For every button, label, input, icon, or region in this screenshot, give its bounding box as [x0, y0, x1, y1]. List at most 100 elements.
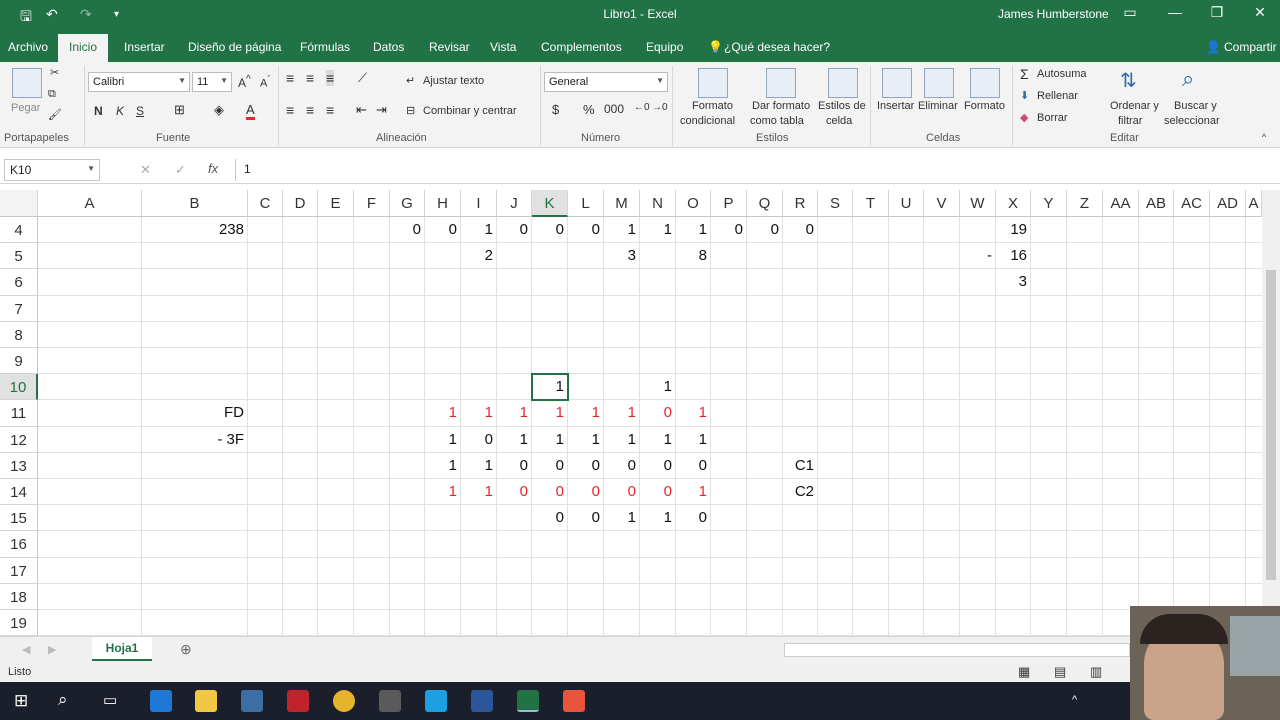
format-as-table-label-2[interactable]: como tabla	[750, 115, 804, 127]
column-header-j[interactable]: J	[497, 190, 532, 217]
cell-n4[interactable]: 1	[640, 221, 676, 238]
format-painter-icon[interactable]: 🖌	[48, 108, 62, 121]
windows-start-icon[interactable]: ⊞	[14, 691, 28, 711]
cell-n12[interactable]: 1	[640, 431, 676, 448]
minimize-icon[interactable]: —	[1160, 4, 1190, 20]
select-all-corner[interactable]	[0, 190, 38, 217]
insert-function-icon[interactable]: fx	[208, 161, 218, 176]
skype-icon[interactable]	[425, 690, 447, 712]
app-gray-icon[interactable]	[379, 690, 401, 712]
column-header-c[interactable]: C	[248, 190, 283, 217]
cell-i12[interactable]: 0	[461, 431, 497, 448]
delete-cells-button[interactable]: Eliminar	[918, 100, 958, 112]
comma-style-icon[interactable]: 000	[604, 102, 624, 116]
row-header-4[interactable]: 4	[0, 217, 38, 244]
cell-k12[interactable]: 1	[532, 431, 568, 448]
increase-decimal-icon[interactable]: ←0	[634, 102, 650, 113]
excel-icon[interactable]	[517, 690, 539, 712]
cell-m15[interactable]: 1	[604, 509, 640, 526]
chrome-icon[interactable]	[333, 690, 355, 712]
cell-l4[interactable]: 0	[568, 221, 604, 238]
column-header-ac[interactable]: AC	[1174, 190, 1210, 217]
tell-me-search[interactable]: ¿Qué desea hacer?	[724, 40, 830, 54]
cell-i14[interactable]: 1	[461, 483, 497, 500]
task-view-icon[interactable]: ▭	[103, 691, 117, 709]
column-header-x[interactable]: X	[996, 190, 1031, 217]
increase-font-icon[interactable]: A^	[238, 74, 251, 90]
column-header-s[interactable]: S	[818, 190, 853, 217]
font-size-select[interactable]: 11 ▼	[192, 72, 232, 92]
prev-sheet-icon[interactable]: ◀	[22, 643, 30, 656]
tray-chevron-icon[interactable]: ^	[1072, 694, 1077, 706]
tab-revisar[interactable]: Revisar	[429, 40, 470, 54]
page-layout-icon[interactable]: ▤	[1054, 664, 1066, 680]
column-header-a[interactable]: A	[38, 190, 142, 217]
row-header-9[interactable]: 9	[0, 348, 38, 375]
formula-input[interactable]: 1	[235, 159, 1275, 181]
orientation-icon[interactable]: ⟋	[358, 70, 367, 86]
sort-filter-label-2[interactable]: filtrar	[1118, 115, 1142, 127]
column-header-q[interactable]: Q	[747, 190, 783, 217]
row-header-6[interactable]: 6	[0, 269, 38, 296]
ribbon-display-icon[interactable]: ▭	[1115, 4, 1145, 21]
cell-m12[interactable]: 1	[604, 431, 640, 448]
row-header-8[interactable]: 8	[0, 321, 38, 348]
word-icon[interactable]	[471, 690, 493, 712]
normal-view-icon[interactable]: ▦	[1018, 664, 1030, 680]
column-header-w[interactable]: W	[960, 190, 996, 217]
cell-o12[interactable]: 1	[676, 431, 711, 448]
column-header-t[interactable]: T	[853, 190, 889, 217]
cell-m14[interactable]: 0	[604, 483, 640, 500]
cell-n10[interactable]: 1	[640, 378, 676, 395]
row-header-10[interactable]: 10	[0, 374, 38, 401]
cell-n14[interactable]: 0	[640, 483, 676, 500]
row-header-19[interactable]: 19	[0, 610, 38, 636]
decrease-decimal-icon[interactable]: →0	[652, 102, 668, 113]
scroll-thumb[interactable]	[1266, 270, 1276, 580]
spreadsheet-grid[interactable]: A B C D E F G H I J K L M N O P Q R S T U V W X Y Z AA AB AC AD A 4567…	[0, 190, 1262, 636]
tab-datos[interactable]: Datos	[373, 40, 404, 54]
cell-r4[interactable]: 0	[783, 221, 818, 238]
tab-vista[interactable]: Vista	[490, 40, 516, 54]
row-header-16[interactable]: 16	[0, 531, 38, 558]
cell-j13[interactable]: 0	[497, 457, 532, 474]
cell-o5[interactable]: 8	[676, 247, 711, 264]
percent-icon[interactable]: %	[583, 102, 595, 117]
cell-o15[interactable]: 0	[676, 509, 711, 526]
cell-l14[interactable]: 0	[568, 483, 604, 500]
cell-o4[interactable]: 1	[676, 221, 711, 238]
clear-button[interactable]: Borrar	[1037, 112, 1068, 124]
column-header-a[interactable]: A	[1246, 190, 1262, 217]
format-as-table-label-1[interactable]: Dar formato	[752, 100, 810, 112]
cell-h13[interactable]: 1	[425, 457, 461, 474]
cell-b4[interactable]: 238	[142, 221, 248, 238]
cell-x6[interactable]: 3	[996, 273, 1031, 290]
conditional-format-label-1[interactable]: Formato	[692, 100, 733, 112]
cell-m13[interactable]: 0	[604, 457, 640, 474]
column-header-z[interactable]: Z	[1067, 190, 1103, 217]
paste-button[interactable]: Pegar	[11, 102, 40, 114]
cell-styles-label-1[interactable]: Estilos de	[818, 100, 866, 112]
cell-n15[interactable]: 1	[640, 509, 676, 526]
conditional-format-label-2[interactable]: condicional	[680, 115, 735, 127]
cell-o13[interactable]: 0	[676, 457, 711, 474]
borders-icon[interactable]: ⊞	[174, 102, 185, 118]
column-header-g[interactable]: G	[390, 190, 425, 217]
align-bottom-icon[interactable]: ≡	[326, 70, 335, 86]
app-orange-icon[interactable]	[563, 690, 585, 712]
column-header-d[interactable]: D	[283, 190, 318, 217]
column-header-r[interactable]: R	[783, 190, 818, 217]
align-middle-icon[interactable]: ≡	[306, 70, 314, 86]
column-header-b[interactable]: B	[142, 190, 248, 217]
cell-k11[interactable]: 1	[532, 404, 568, 421]
column-header-l[interactable]: L	[568, 190, 604, 217]
next-sheet-icon[interactable]: ▶	[48, 643, 56, 656]
column-header-i[interactable]: I	[461, 190, 497, 217]
insert-cells-button[interactable]: Insertar	[877, 100, 914, 112]
file-explorer-icon[interactable]	[195, 690, 217, 712]
edge-icon[interactable]	[150, 690, 172, 712]
tab-insertar[interactable]: Insertar	[124, 40, 165, 54]
row-header-7[interactable]: 7	[0, 295, 38, 322]
insert-cells-icon[interactable]	[882, 68, 912, 98]
search-icon[interactable]: ⌕	[58, 690, 68, 710]
